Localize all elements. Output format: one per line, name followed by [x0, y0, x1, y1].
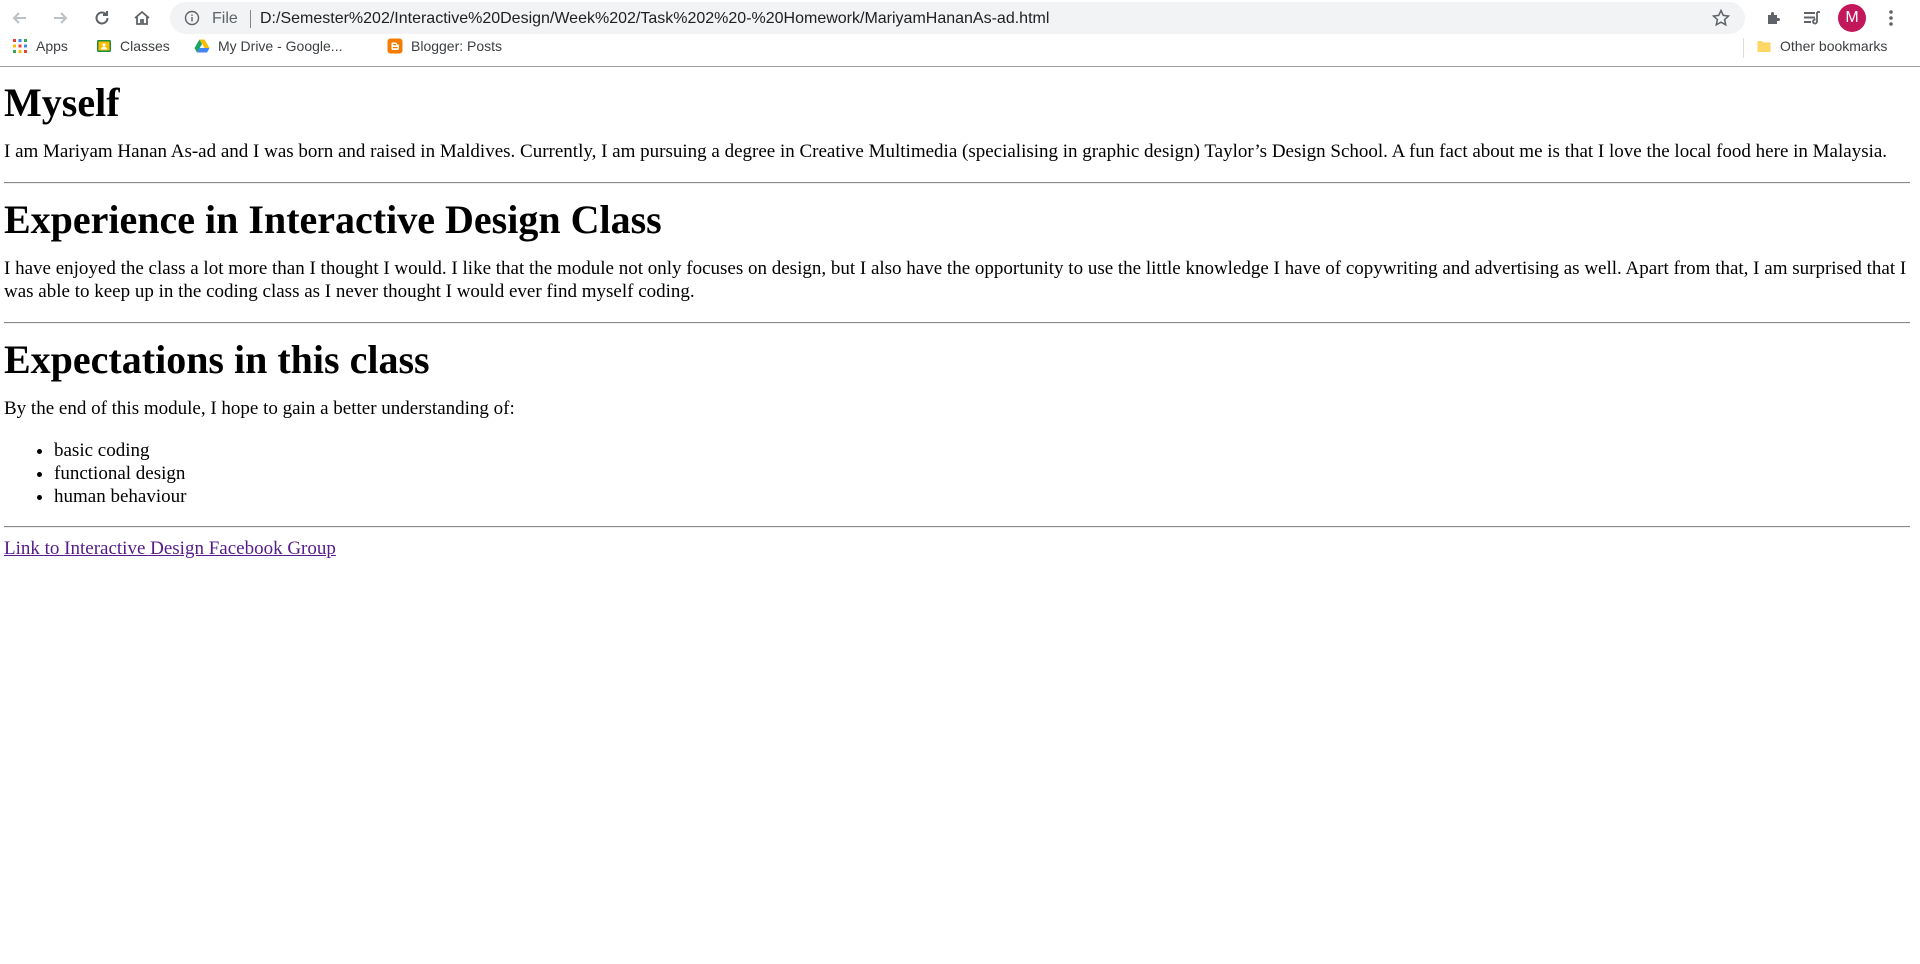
paragraph-myself: I am Mariyam Hanan As-ad and I was born …: [4, 141, 1888, 162]
list-item: basic coding: [54, 439, 1910, 462]
folder-icon: [1757, 41, 1771, 52]
extensions-button[interactable]: [1760, 4, 1788, 32]
media-control-button[interactable]: [1798, 4, 1826, 32]
apps-grid-icon: [13, 39, 27, 53]
bookmark-label: Blogger: Posts: [411, 38, 503, 54]
bookmark-apps[interactable]: Apps: [12, 38, 68, 54]
heading-experience: Experience in Interactive Design Class: [4, 197, 662, 242]
reload-icon: [95, 11, 109, 25]
horizontal-rule: [4, 526, 1910, 528]
paragraph-experience: I have enjoyed the class a lot more than…: [4, 258, 1907, 302]
horizontal-rule: [4, 182, 1910, 184]
other-bookmarks-label: Other bookmarks: [1780, 38, 1888, 54]
puzzle-icon: [1768, 12, 1780, 24]
google-drive-icon: [194, 39, 210, 53]
bookmark-my-drive[interactable]: My Drive - Google...: [194, 38, 342, 54]
home-icon: [134, 10, 150, 25]
page-content: Myself I am Mariyam Hanan As-ad and I wa…: [0, 79, 1920, 560]
reload-button[interactable]: [88, 4, 116, 32]
vertical-dots-icon: [1889, 10, 1893, 26]
browser-toolbar: File D:/Semester%202/Interactive%20Desig…: [0, 0, 1920, 36]
browser-menu-button[interactable]: [1877, 4, 1905, 32]
blogger-icon: [387, 38, 403, 54]
forward-arrow-icon: [54, 12, 68, 24]
chrome-divider: [0, 66, 1920, 67]
info-icon[interactable]: [184, 10, 200, 26]
expectations-list: basic coding functional design human beh…: [4, 439, 1910, 508]
heading-expectations: Expectations in this class: [4, 337, 430, 382]
bookmarks-separator: [1743, 38, 1744, 58]
facebook-group-link[interactable]: Link to Interactive Design Facebook Grou…: [4, 538, 336, 560]
bookmark-classes[interactable]: Classes: [96, 38, 170, 54]
list-item: functional design: [54, 462, 1910, 485]
bookmark-label: Apps: [36, 38, 68, 54]
forward-button[interactable]: [46, 4, 74, 32]
paragraph-expectations: By the end of this module, I hope to gai…: [4, 398, 515, 419]
address-bar[interactable]: File D:/Semester%202/Interactive%20Desig…: [170, 2, 1745, 34]
omnibox-separator: [250, 10, 251, 28]
horizontal-rule: [4, 322, 1910, 324]
bookmark-star-icon[interactable]: [1711, 8, 1731, 28]
bookmark-label: Classes: [120, 38, 170, 54]
profile-avatar[interactable]: M: [1838, 4, 1866, 32]
bookmark-label: My Drive - Google...: [218, 38, 343, 54]
file-scheme-label: File: [212, 10, 238, 27]
url-text[interactable]: D:/Semester%202/Interactive%20Design/Wee…: [260, 10, 1049, 28]
back-button[interactable]: [6, 4, 34, 32]
list-item: human behaviour: [54, 485, 1910, 508]
other-bookmarks[interactable]: Other bookmarks: [1756, 38, 1887, 54]
home-button[interactable]: [128, 4, 156, 32]
bookmarks-bar: Apps Classes My Drive - Google... Blogge…: [0, 36, 1920, 58]
google-classroom-icon: [97, 40, 111, 52]
back-arrow-icon: [12, 12, 26, 24]
playlist-icon: [1804, 11, 1820, 25]
bookmark-blogger[interactable]: Blogger: Posts: [387, 38, 502, 54]
heading-myself: Myself: [4, 80, 120, 125]
